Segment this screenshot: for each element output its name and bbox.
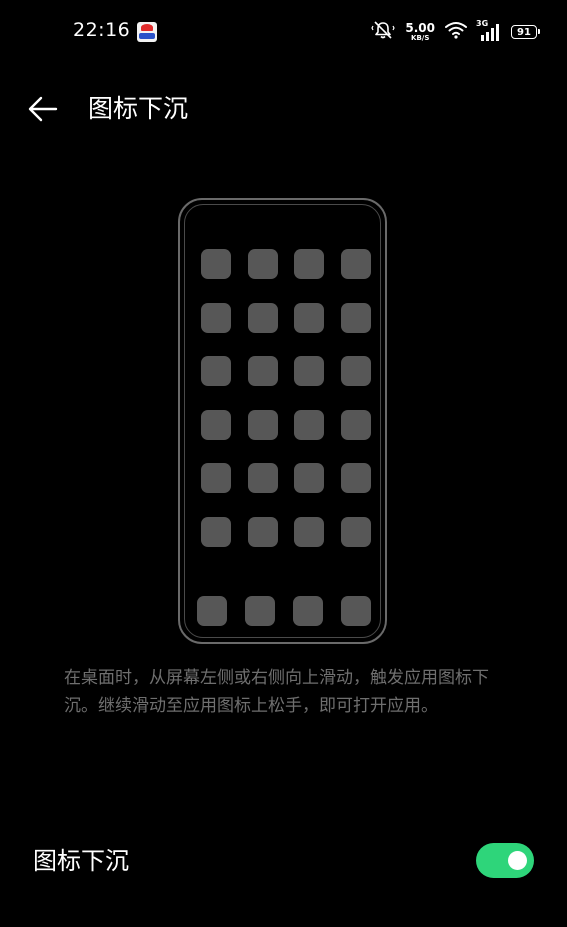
- grid-app-icon: [294, 463, 324, 493]
- grid-app-icon: [201, 516, 231, 547]
- icon-sink-toggle[interactable]: [476, 843, 534, 878]
- back-button[interactable]: [26, 94, 60, 124]
- battery-level: 91: [517, 26, 531, 38]
- network-speed-unit: KB/S: [411, 34, 430, 42]
- grid-app-icon: [294, 409, 324, 440]
- grid-app-icon: [294, 302, 324, 333]
- cellular-signal: 3G: [476, 19, 501, 42]
- grid-app-icon: [340, 302, 371, 333]
- page-title: 图标下沉: [88, 94, 189, 123]
- app-notification-icon: [137, 22, 157, 42]
- wifi-icon: [445, 21, 467, 43]
- battery-indicator: 91: [511, 25, 540, 39]
- grid-app-icon: [201, 463, 231, 493]
- grid-app-icon: [201, 356, 231, 386]
- status-time: 22:16: [73, 19, 131, 41]
- grid-app-icon: [201, 409, 231, 440]
- grid-app-icon: [294, 516, 324, 547]
- grid-app-icon: [294, 249, 324, 279]
- grid-app-icon: [340, 356, 371, 386]
- grid-app-icon: [247, 516, 278, 547]
- grid-app-icon: [247, 302, 278, 333]
- grid-app-icon: [340, 409, 371, 440]
- feature-description: 在桌面时，从屏幕左侧或右侧向上滑动，触发应用图标下沉。继续滑动至应用图标上松手，…: [64, 668, 489, 716]
- phone-illustration: [178, 198, 387, 644]
- grid-app-icon: [247, 356, 278, 386]
- grid-app-icon: [340, 249, 371, 279]
- toggle-knob: [508, 851, 527, 870]
- grid-app-icon: [294, 356, 324, 386]
- network-type: 3G: [476, 19, 489, 28]
- app-header: 图标下沉: [0, 82, 567, 138]
- dock-app-icon: [197, 596, 227, 626]
- dock-app-icon: [245, 596, 275, 626]
- grid-app-icon: [247, 409, 278, 440]
- grid-app-icon: [201, 249, 231, 279]
- status-bar: 22:16 5.00 KB/S 3G 91: [0, 0, 567, 64]
- dock-row: [197, 596, 371, 626]
- dock-app-icon: [293, 596, 323, 626]
- mute-vibrate-icon: [371, 20, 396, 44]
- grid-app-icon: [247, 249, 278, 279]
- app-icon-grid: [201, 249, 371, 547]
- grid-app-icon: [247, 463, 278, 493]
- grid-app-icon: [201, 302, 231, 333]
- icon-sink-setting-row[interactable]: 图标下沉: [0, 830, 567, 892]
- dock-app-icon: [341, 596, 371, 626]
- network-speed: 5.00 KB/S: [405, 22, 435, 42]
- grid-app-icon: [340, 516, 371, 547]
- arrow-left-icon: [28, 96, 58, 122]
- status-indicators: 5.00 KB/S 3G 91: [361, 19, 540, 44]
- setting-label: 图标下沉: [33, 847, 129, 875]
- network-speed-value: 5.00: [405, 21, 435, 35]
- grid-app-icon: [340, 463, 371, 493]
